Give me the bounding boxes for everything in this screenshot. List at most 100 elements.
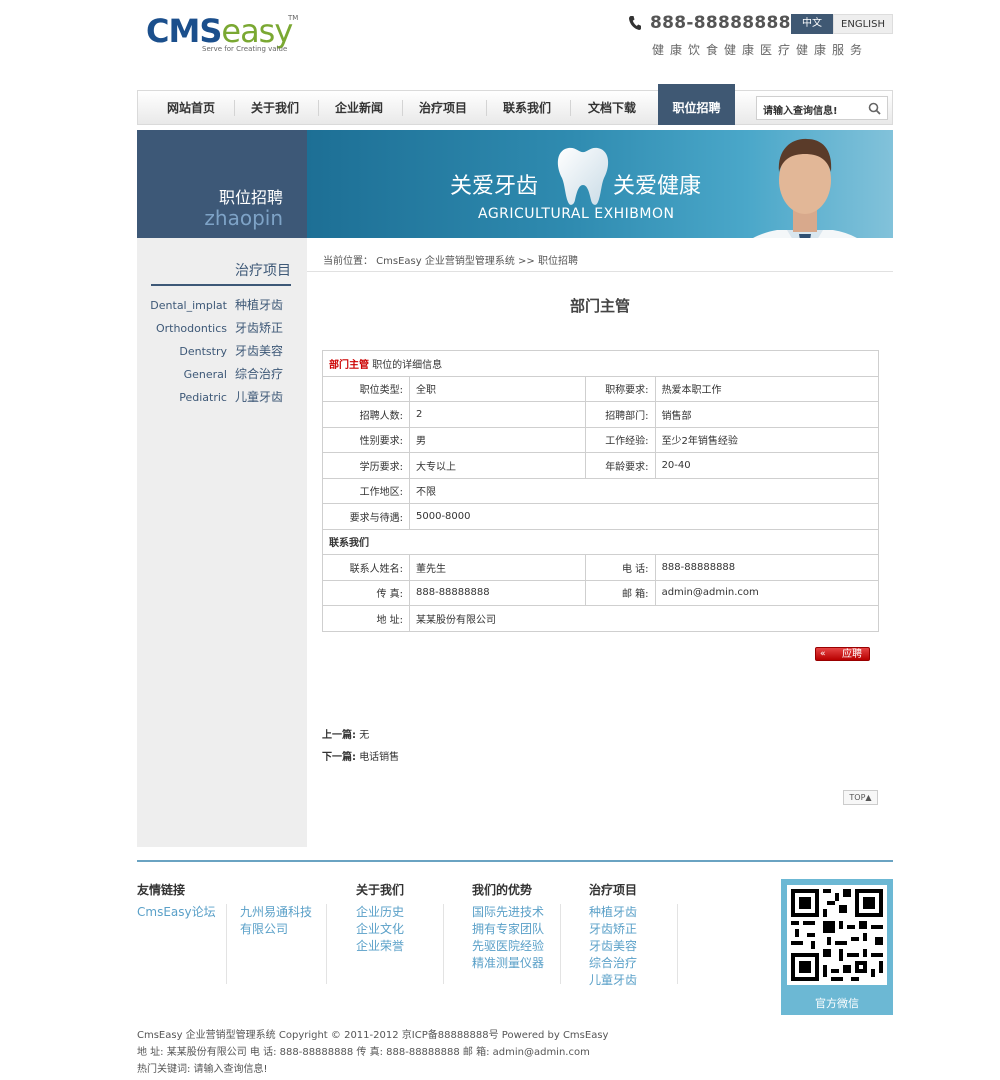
field-value: 全职: [409, 375, 586, 402]
field-value: 888-88888888: [409, 579, 586, 606]
nav-item-jobs[interactable]: 职位招聘: [658, 84, 735, 125]
field-label: 招聘人数:: [322, 401, 410, 428]
sidebar-item-pediatric[interactable]: Pediatric 儿童牙齿: [137, 388, 283, 406]
section-title: 职位招聘: [218, 188, 283, 207]
tagline: 健康饮食健康医疗健康服务: [652, 43, 869, 57]
sidebar-item-general[interactable]: General 综合治疗: [137, 365, 283, 383]
search-icon[interactable]: [868, 102, 881, 115]
logo-slogan: Serve for Creating value: [202, 45, 288, 53]
field-label: 要求与待遇:: [322, 503, 410, 530]
footer-link[interactable]: 九州易通科技 有限公司: [240, 904, 312, 938]
nav-item-home[interactable]: 网站首页: [152, 91, 230, 125]
table-row: 职位类型: 全职 职称要求: 热爱本职工作: [322, 375, 880, 402]
sidebar-item-en: Dental_implat: [150, 299, 227, 312]
footer-separator: [677, 904, 678, 984]
footer-treat-list: 种植牙齿 牙齿矫正 牙齿美容 综合治疗 儿童牙齿: [589, 904, 637, 989]
field-value: 男: [409, 426, 586, 453]
section-banner: 职位招聘 zhaopin: [137, 130, 307, 238]
lang-zh-button[interactable]: 中文: [791, 14, 833, 34]
footer-link[interactable]: 综合治疗: [589, 955, 637, 972]
field-value: 不限: [409, 477, 879, 504]
sidebar-item-orthodontics[interactable]: Orthodontics 牙齿矫正: [137, 319, 283, 337]
nav-item-contact[interactable]: 联系我们: [488, 91, 566, 125]
nav-item-treatment[interactable]: 治疗项目: [404, 91, 482, 125]
next-value: 电话销售: [359, 752, 400, 763]
footer-link-line: 有限公司: [240, 922, 289, 936]
field-label: 职称要求:: [584, 375, 656, 402]
field-label: 电 话:: [584, 554, 656, 581]
sidebar-item-dentistry[interactable]: Dentstry 牙齿美容: [137, 342, 283, 360]
nav-separator: [486, 100, 487, 116]
field-value: 热爱本职工作: [654, 375, 880, 402]
banner-text-2: 关爱健康: [613, 174, 702, 199]
breadcrumb-text[interactable]: 当前位置： CmsEasy 企业营销型管理系统 >> 职位招聘: [323, 252, 578, 267]
field-label: 联系人姓名:: [322, 554, 410, 581]
footer-link[interactable]: CmsEasy论坛: [137, 904, 216, 921]
nav-item-news[interactable]: 企业新闻: [320, 91, 398, 125]
nav-item-downloads[interactable]: 文档下载: [572, 91, 652, 125]
table-header-row: 部门主管 职位的详细信息: [322, 350, 879, 377]
footer-link[interactable]: 企业文化: [356, 921, 404, 938]
field-value: 董先生: [409, 554, 586, 581]
footer-link[interactable]: 先驱医院经验: [472, 938, 544, 955]
sidebar-item-dental-implant[interactable]: Dental_implat 种植牙齿: [137, 296, 283, 314]
sidebar-header: 治疗项目: [151, 258, 291, 286]
hero-banner: 关爱牙齿 关爱健康 AGRICULTURAL EXHIBMON: [307, 130, 893, 238]
footer-link[interactable]: 牙齿美容: [589, 938, 637, 955]
field-value: 销售部: [654, 401, 880, 428]
sidebar-item-zh: 牙齿美容: [234, 344, 283, 358]
nav-item-about[interactable]: 关于我们: [236, 91, 314, 125]
footer-about-title: 关于我们: [356, 883, 405, 897]
footer-link[interactable]: 企业荣誉: [356, 938, 404, 955]
site-logo[interactable]: CMSeasy TM Serve for Creating value: [146, 14, 306, 54]
wechat-qr: 官方微信: [781, 879, 893, 1015]
search-input[interactable]: [763, 101, 863, 117]
field-label: 传 真:: [322, 579, 410, 606]
job-details-table: 部门主管 职位的详细信息 职位类型: 全职 职称要求: 热爱本职工作 招聘人数:…: [322, 350, 880, 632]
qr-code-icon: [787, 885, 887, 985]
sidebar: 治疗项目 Dental_implat 种植牙齿 Orthodontics 牙齿矫正 …: [137, 238, 307, 847]
sidebar-item-zh: 综合治疗: [234, 367, 283, 381]
hot-keywords: 热门关键词: 请输入查询信息!: [137, 1064, 268, 1075]
qr-caption: 官方微信: [815, 997, 859, 1010]
footer-link[interactable]: 精准测量仪器: [472, 955, 544, 972]
lang-en-button[interactable]: ENGLISH: [833, 14, 893, 34]
footer-about-list: 企业历史 企业文化 企业荣誉: [356, 904, 404, 955]
apply-button[interactable]: « 应聘: [815, 647, 870, 661]
field-value: 大专以上: [409, 452, 586, 479]
table-row: 性别要求: 男 工作经验: 至少2年销售经验: [322, 426, 880, 453]
nav-separator: [402, 100, 403, 116]
nav-separator: [234, 100, 235, 116]
sidebar-item-en: Pediatric: [179, 391, 227, 404]
sidebar-item-zh: 牙齿矫正: [234, 321, 283, 335]
banner-text-3: AGRICULTURAL EXHIBMON: [478, 206, 675, 222]
apply-label: 应聘: [842, 649, 862, 660]
table-row: 要求与待遇: 5000-8000: [322, 503, 879, 530]
footer-link[interactable]: 牙齿矫正: [589, 921, 637, 938]
field-label: 性别要求:: [322, 426, 410, 453]
field-label: 地 址:: [322, 605, 410, 632]
prev-article[interactable]: 上一篇: 无: [322, 726, 369, 741]
footer-link[interactable]: 拥有专家团队: [472, 921, 544, 938]
field-value: 888-88888888: [654, 554, 880, 581]
back-to-top-button[interactable]: TOP▲: [843, 790, 878, 805]
footer-link[interactable]: 国际先进技术: [472, 904, 544, 921]
footer-separator: [326, 904, 327, 984]
search-box: [756, 96, 888, 120]
phone-number: 888-88888888: [650, 13, 791, 33]
field-label: 招聘部门:: [584, 401, 656, 428]
footer-link[interactable]: 儿童牙齿: [589, 972, 637, 989]
prev-label: 上一篇:: [322, 730, 356, 741]
copyright: CmsEasy 企业营销型管理系统 Copyright © 2011-2012 …: [137, 1030, 609, 1041]
footer-separator: [226, 904, 227, 984]
tooth-icon: [557, 147, 609, 205]
footer-link[interactable]: 企业历史: [356, 904, 404, 921]
sidebar-title: 治疗项目: [235, 263, 291, 279]
footer-adv-title: 我们的优势: [472, 883, 533, 897]
next-article[interactable]: 下一篇: 电话销售: [322, 748, 399, 763]
footer-adv-list: 国际先进技术 拥有专家团队 先驱医院经验 精准测量仪器: [472, 904, 544, 972]
sidebar-item-zh: 种植牙齿: [234, 298, 283, 312]
footer-link[interactable]: 种植牙齿: [589, 904, 637, 921]
field-value: 5000-8000: [409, 503, 879, 530]
field-label: 工作经验:: [584, 426, 656, 453]
